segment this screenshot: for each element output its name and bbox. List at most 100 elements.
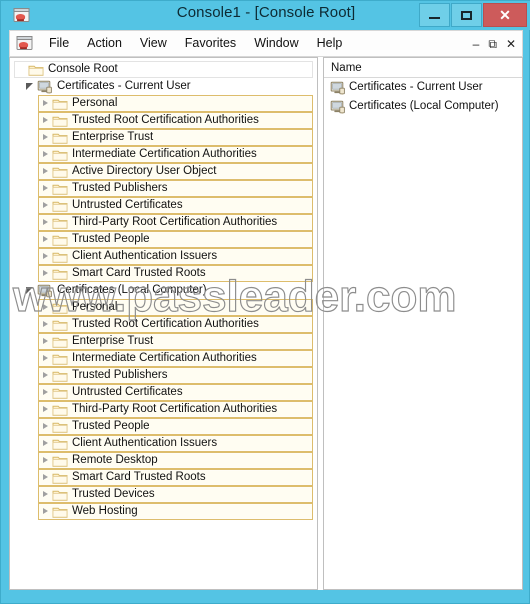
folder-icon bbox=[52, 352, 68, 366]
tree-node[interactable]: Enterprise Trust bbox=[38, 129, 313, 146]
tree-node-label: Certificates - Current User bbox=[57, 80, 191, 92]
expand-arrow-icon[interactable] bbox=[39, 385, 52, 400]
expand-arrow-icon[interactable] bbox=[39, 351, 52, 366]
list-item[interactable]: Certificates (Local Computer) bbox=[324, 97, 522, 116]
expand-arrow-icon[interactable] bbox=[39, 232, 52, 247]
tree-node[interactable]: Intermediate Certification Authorities bbox=[38, 146, 313, 163]
collapse-arrow-icon[interactable] bbox=[24, 79, 37, 94]
tree-node-label: Intermediate Certification Authorities bbox=[72, 352, 257, 364]
menu-item-action[interactable]: Action bbox=[78, 31, 131, 56]
child-minimize-button[interactable]: – bbox=[473, 38, 480, 50]
tree-node[interactable]: Client Authentication Issuers bbox=[38, 435, 313, 452]
folder-icon bbox=[52, 420, 68, 434]
tree-node[interactable]: Smart Card Trusted Roots bbox=[38, 265, 313, 282]
expand-arrow-icon[interactable] bbox=[39, 215, 52, 230]
close-button[interactable]: ✕ bbox=[483, 3, 527, 27]
tree-node[interactable]: Certificates - Current User bbox=[24, 78, 313, 95]
tree-node[interactable]: Trusted Publishers bbox=[38, 180, 313, 197]
expand-arrow-icon[interactable] bbox=[39, 249, 52, 264]
certificate-store-icon bbox=[37, 80, 53, 94]
menu-bar: File Action View Favorites Window Help –… bbox=[9, 30, 523, 57]
folder-icon bbox=[52, 199, 68, 213]
expand-arrow-icon[interactable] bbox=[39, 96, 52, 111]
tree-node[interactable]: Active Directory User Object bbox=[38, 163, 313, 180]
tree-node[interactable]: Certificates (Local Computer) bbox=[24, 282, 313, 299]
expand-arrow-icon[interactable] bbox=[39, 181, 52, 196]
tree-node-label: Enterprise Trust bbox=[72, 335, 154, 347]
tree-node[interactable]: Trusted People bbox=[38, 231, 313, 248]
expand-arrow-icon[interactable] bbox=[39, 113, 52, 128]
maximize-button[interactable] bbox=[451, 3, 482, 27]
tree-node-label: Web Hosting bbox=[72, 505, 138, 517]
tree-node[interactable]: Intermediate Certification Authorities bbox=[38, 350, 313, 367]
folder-icon bbox=[52, 386, 68, 400]
folder-icon bbox=[52, 505, 68, 519]
list-item[interactable]: Certificates - Current User bbox=[324, 78, 522, 97]
folder-icon bbox=[52, 250, 68, 264]
expand-arrow-icon[interactable] bbox=[39, 266, 52, 281]
tree-node[interactable]: Client Authentication Issuers bbox=[38, 248, 313, 265]
expand-arrow-icon[interactable] bbox=[39, 164, 52, 179]
expand-arrow-icon[interactable] bbox=[39, 317, 52, 332]
expand-arrow-icon[interactable] bbox=[39, 402, 52, 417]
minimize-icon bbox=[429, 17, 440, 19]
expand-arrow-icon[interactable] bbox=[39, 147, 52, 162]
tree-node-label: Smart Card Trusted Roots bbox=[72, 267, 206, 279]
expand-arrow-icon[interactable] bbox=[39, 504, 52, 519]
tree-node[interactable]: Third-Party Root Certification Authoriti… bbox=[38, 401, 313, 418]
tree-node[interactable]: Trusted Publishers bbox=[38, 367, 313, 384]
list-column-header[interactable]: Name bbox=[324, 58, 522, 78]
tree-node[interactable]: Third-Party Root Certification Authoriti… bbox=[38, 214, 313, 231]
menu-item-window[interactable]: Window bbox=[245, 31, 307, 56]
expander-placeholder bbox=[15, 62, 28, 77]
child-close-button[interactable]: ✕ bbox=[506, 38, 516, 50]
tree-node-label: Personal bbox=[72, 97, 118, 109]
tree-node[interactable]: Remote Desktop bbox=[38, 452, 313, 469]
folder-icon bbox=[52, 233, 68, 247]
console-tree-pane[interactable]: Console Root Certificates - Current User P… bbox=[9, 57, 318, 590]
expand-arrow-icon[interactable] bbox=[39, 487, 52, 502]
folder-icon bbox=[52, 301, 68, 315]
tree-node-label: Trusted Publishers bbox=[72, 369, 168, 381]
tree-node[interactable]: Personal bbox=[38, 299, 313, 316]
tree-node[interactable]: Web Hosting bbox=[38, 503, 313, 520]
expand-arrow-icon[interactable] bbox=[39, 470, 52, 485]
menu-item-view[interactable]: View bbox=[131, 31, 176, 56]
tree-node[interactable]: Trusted People bbox=[38, 418, 313, 435]
collapse-arrow-icon[interactable] bbox=[24, 283, 37, 298]
tree-node[interactable]: Trusted Devices bbox=[38, 486, 313, 503]
expand-arrow-icon[interactable] bbox=[39, 198, 52, 213]
tree-node[interactable]: Trusted Root Certification Authorities bbox=[38, 112, 313, 129]
title-bar: Console1 - [Console Root] ✕ bbox=[1, 1, 530, 30]
tree-node-label: Certificates (Local Computer) bbox=[57, 284, 207, 296]
expand-arrow-icon[interactable] bbox=[39, 334, 52, 349]
tree-node[interactable]: Untrusted Certificates bbox=[38, 197, 313, 214]
expand-arrow-icon[interactable] bbox=[39, 130, 52, 145]
child-restore-button[interactable]: ⧉ bbox=[488, 38, 497, 50]
tree-node[interactable]: Enterprise Trust bbox=[38, 333, 313, 350]
folder-icon bbox=[52, 97, 68, 111]
menu-item-file[interactable]: File bbox=[40, 31, 78, 56]
tree-node-label: Trusted Root Certification Authorities bbox=[72, 318, 259, 330]
certificate-store-icon bbox=[330, 81, 346, 95]
tree-node[interactable]: Console Root bbox=[14, 61, 313, 78]
expand-arrow-icon[interactable] bbox=[39, 436, 52, 451]
tree-node[interactable]: Trusted Root Certification Authorities bbox=[38, 316, 313, 333]
list-rows: Certificates - Current User Certificates … bbox=[324, 78, 522, 116]
console-list-pane[interactable]: Name Certificates - Current User Certific… bbox=[323, 57, 523, 590]
expand-arrow-icon[interactable] bbox=[39, 368, 52, 383]
folder-icon bbox=[52, 471, 68, 485]
window-controls: ✕ bbox=[418, 3, 527, 27]
minimize-button[interactable] bbox=[419, 3, 450, 27]
tree-node[interactable]: Smart Card Trusted Roots bbox=[38, 469, 313, 486]
list-item-label: Certificates (Local Computer) bbox=[349, 100, 499, 112]
expand-arrow-icon[interactable] bbox=[39, 419, 52, 434]
expand-arrow-icon[interactable] bbox=[39, 300, 52, 315]
menu-item-favorites[interactable]: Favorites bbox=[176, 31, 245, 56]
menu-item-help[interactable]: Help bbox=[308, 31, 352, 56]
tree-node-label: Active Directory User Object bbox=[72, 165, 217, 177]
tree-node[interactable]: Untrusted Certificates bbox=[38, 384, 313, 401]
expand-arrow-icon[interactable] bbox=[39, 453, 52, 468]
tree-node[interactable]: Personal bbox=[38, 95, 313, 112]
tree-node-label: Smart Card Trusted Roots bbox=[72, 471, 206, 483]
